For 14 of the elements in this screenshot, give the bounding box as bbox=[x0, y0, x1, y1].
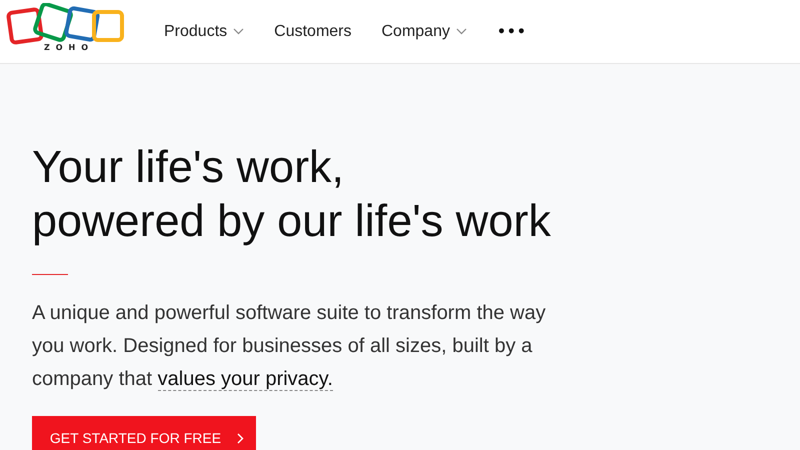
nav-link[interactable]: Products bbox=[164, 22, 244, 40]
intro-paragraph: A unique and powerful software suite to transform the way you work. Designed for businesses of all sizes, built by a company that values your privacy. bbox=[32, 301, 547, 393]
nav-link[interactable]: Customers bbox=[274, 22, 352, 40]
chevron-right-icon bbox=[237, 432, 244, 444]
logo-text: ZOHO bbox=[42, 42, 94, 52]
headline: Your life's work, bbox=[32, 140, 346, 194]
logo-icon[interactable] bbox=[6, 2, 126, 44]
chevron-down-icon bbox=[456, 28, 467, 35]
get-started-button[interactable]: GET STARTED FOR FREE bbox=[32, 416, 256, 450]
more-icon[interactable]: ••• bbox=[496, 24, 527, 40]
chevron-down-icon bbox=[233, 28, 244, 35]
headline: powered by our life's work bbox=[32, 194, 552, 248]
privacy-link[interactable]: values your privacy. bbox=[158, 368, 333, 391]
nav-link[interactable]: Company bbox=[382, 22, 467, 40]
